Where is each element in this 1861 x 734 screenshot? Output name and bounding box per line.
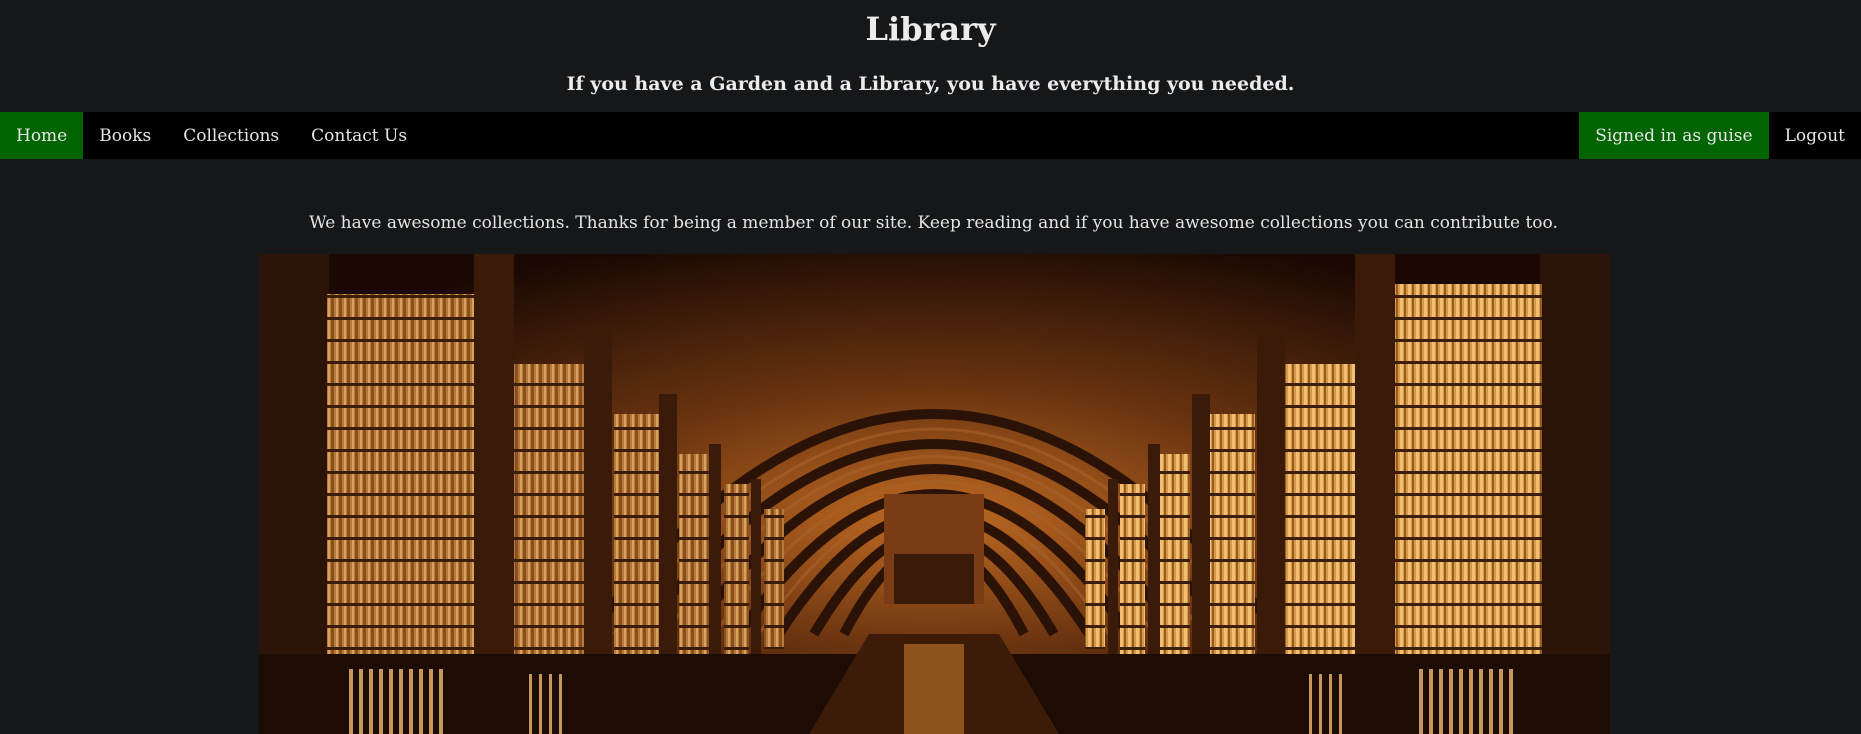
intro-text: We have awesome collections. Thanks for …	[309, 213, 1558, 233]
site-header: Library If you have a Garden and a Libra…	[0, 0, 1861, 112]
nav-books-link[interactable]: Books	[83, 112, 167, 159]
nav-user-area: Signed in as guise Logout	[1579, 112, 1861, 159]
site-tagline: If you have a Garden and a Library, you …	[566, 73, 1295, 95]
nav-links: Home Books Collections Contact Us	[0, 112, 423, 159]
nav-contact-link[interactable]: Contact Us	[295, 112, 423, 159]
nav-home-link[interactable]: Home	[0, 112, 84, 159]
site-title: Library	[865, 10, 996, 48]
library-hall-illustration	[259, 254, 1610, 734]
logout-link[interactable]: Logout	[1769, 112, 1861, 159]
top-navbar: Home Books Collections Contact Us Signed…	[0, 112, 1861, 159]
library-hero-image	[259, 254, 1610, 734]
nav-collections-link[interactable]: Collections	[167, 112, 295, 159]
signed-in-user-link[interactable]: Signed in as guise	[1579, 112, 1769, 159]
